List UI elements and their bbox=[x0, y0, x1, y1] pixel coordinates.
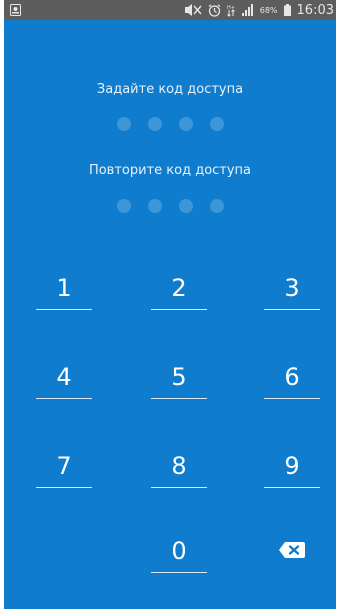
set-passcode-title: Задайте код доступа bbox=[96, 82, 244, 97]
key-label: 7 bbox=[56, 452, 72, 480]
passcode-screen: H+ 68% 16:03 Задайте код доступа Повтори… bbox=[4, 0, 336, 609]
key-label: 5 bbox=[171, 363, 187, 391]
key-label: 9 bbox=[284, 452, 300, 480]
key-underline bbox=[151, 572, 207, 573]
key-1[interactable]: 1 bbox=[36, 268, 92, 310]
key-label: 4 bbox=[56, 363, 72, 391]
passcode-dot bbox=[178, 117, 193, 131]
key-2[interactable]: 2 bbox=[151, 268, 207, 310]
mobile-data-icon: H+ bbox=[227, 4, 236, 17]
key-8[interactable]: 8 bbox=[151, 446, 207, 488]
key-underline bbox=[264, 487, 320, 488]
key-3[interactable]: 3 bbox=[264, 268, 320, 310]
repeat-passcode-title: Повторите код доступа bbox=[88, 163, 252, 178]
image-icon bbox=[10, 4, 21, 16]
passcode-dot bbox=[209, 117, 224, 131]
key-5[interactable]: 5 bbox=[151, 357, 207, 399]
key-underline bbox=[151, 309, 207, 310]
passcode-dot bbox=[116, 117, 131, 131]
battery-icon bbox=[283, 4, 291, 16]
clock: 16:03 bbox=[296, 2, 334, 18]
key-9[interactable]: 9 bbox=[264, 446, 320, 488]
key-label: 0 bbox=[171, 537, 187, 565]
key-underline bbox=[264, 309, 320, 310]
key-underline bbox=[151, 398, 207, 399]
battery-percent: 68% bbox=[259, 5, 278, 15]
repeat-passcode-dots bbox=[4, 199, 336, 213]
key-underline bbox=[264, 398, 320, 399]
mute-vibrate-icon bbox=[184, 4, 202, 16]
passcode-dot bbox=[147, 199, 162, 213]
passcode-dot bbox=[147, 117, 162, 131]
alarm-icon bbox=[208, 3, 221, 17]
key-label: 1 bbox=[56, 274, 72, 302]
key-0[interactable]: 0 bbox=[151, 531, 207, 573]
key-underline bbox=[151, 487, 207, 488]
key-label: 8 bbox=[171, 452, 187, 480]
key-6[interactable]: 6 bbox=[264, 357, 320, 399]
status-bar: H+ 68% 16:03 bbox=[4, 0, 336, 20]
key-4[interactable]: 4 bbox=[36, 357, 92, 399]
passcode-dots bbox=[4, 117, 336, 131]
passcode-dot bbox=[178, 199, 193, 213]
backspace-button[interactable] bbox=[278, 539, 306, 561]
key-label: 6 bbox=[284, 363, 300, 391]
signal-icon bbox=[241, 4, 254, 16]
key-label: 2 bbox=[171, 274, 187, 302]
backspace-icon bbox=[279, 542, 305, 558]
key-underline bbox=[36, 398, 92, 399]
passcode-dot bbox=[209, 199, 224, 213]
passcode-dot bbox=[116, 199, 131, 213]
key-underline bbox=[36, 487, 92, 488]
key-label: 3 bbox=[284, 274, 300, 302]
key-7[interactable]: 7 bbox=[36, 446, 92, 488]
key-underline bbox=[36, 309, 92, 310]
